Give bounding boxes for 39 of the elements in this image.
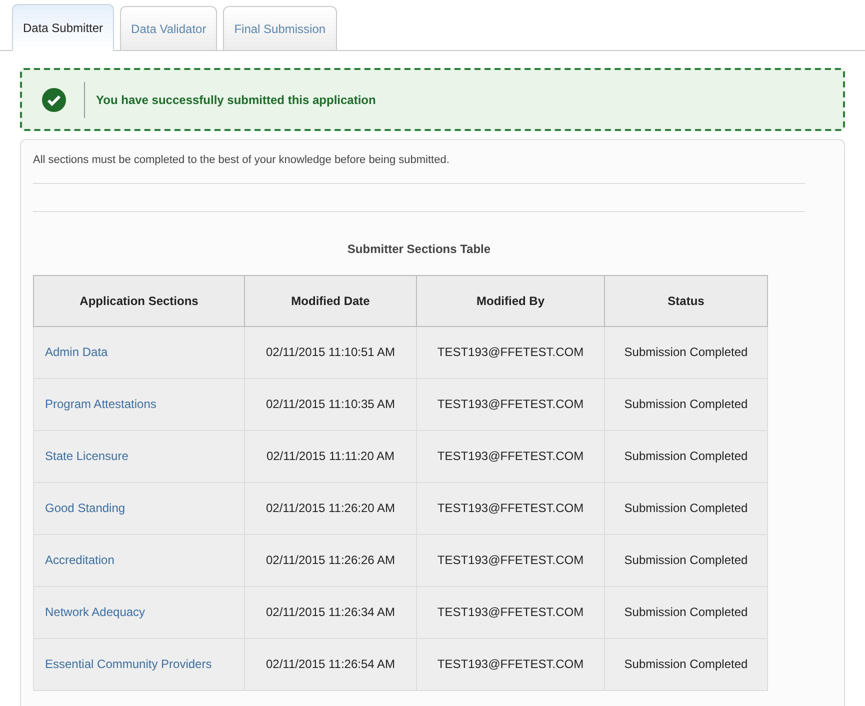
tab[interactable]: Final Submission bbox=[223, 6, 337, 50]
table-cell: TEST193@FFETEST.COM bbox=[416, 586, 604, 638]
table-cell: 02/11/2015 11:26:54 AM bbox=[244, 638, 416, 690]
table-cell: TEST193@FFETEST.COM bbox=[416, 430, 604, 482]
table-title: Submitter Sections Table bbox=[347, 242, 491, 256]
table-cell: TEST193@FFETEST.COM bbox=[416, 378, 604, 430]
table-cell: Submission Completed bbox=[604, 326, 768, 378]
table-cell: Submission Completed bbox=[604, 378, 768, 430]
table-cell: TEST193@FFETEST.COM bbox=[416, 638, 604, 690]
table-cell: TEST193@FFETEST.COM bbox=[416, 482, 604, 534]
table-cell: 02/11/2015 11:10:51 AM bbox=[244, 326, 416, 378]
section-link[interactable]: Network Adequacy bbox=[45, 605, 146, 619]
table-cell: Submission Completed bbox=[604, 586, 768, 638]
table-cell: Submission Completed bbox=[604, 482, 768, 534]
column-header: Status bbox=[604, 275, 768, 326]
column-header: Modified Date bbox=[244, 275, 416, 326]
success-message: You have successfully submitted this application bbox=[96, 92, 376, 108]
column-header: Application Sections bbox=[34, 275, 244, 326]
section-link[interactable]: Accreditation bbox=[45, 553, 114, 567]
section-link[interactable]: Good Standing bbox=[45, 501, 126, 515]
tab[interactable]: Data Submitter bbox=[12, 4, 114, 51]
section-link[interactable]: Admin Data bbox=[45, 345, 108, 359]
table-cell: 02/11/2015 11:26:34 AM bbox=[244, 586, 416, 638]
instructions-text: All sections must be completed to the best of your knowledge before being submitted. bbox=[33, 153, 450, 168]
table-cell: 02/11/2015 11:26:20 AM bbox=[244, 482, 416, 534]
table-cell: 02/11/2015 11:26:26 AM bbox=[244, 534, 416, 586]
table-cell: Submission Completed bbox=[604, 534, 768, 586]
table-cell: Submission Completed bbox=[604, 638, 768, 690]
section-link[interactable]: Program Attestations bbox=[45, 397, 156, 411]
section-link[interactable]: State Licensure bbox=[45, 449, 128, 463]
table-cell: 02/11/2015 11:11:20 AM bbox=[244, 430, 416, 482]
column-header: Modified By bbox=[416, 275, 604, 326]
table-cell: Submission Completed bbox=[604, 430, 768, 482]
table-cell: TEST193@FFETEST.COM bbox=[416, 326, 604, 378]
table-cell: TEST193@FFETEST.COM bbox=[416, 534, 604, 586]
section-link[interactable]: Essential Community Providers bbox=[45, 657, 212, 671]
tab[interactable]: Data Validator bbox=[120, 6, 218, 50]
check-circle-icon bbox=[42, 88, 66, 112]
table-cell: 02/11/2015 11:10:35 AM bbox=[244, 378, 416, 430]
